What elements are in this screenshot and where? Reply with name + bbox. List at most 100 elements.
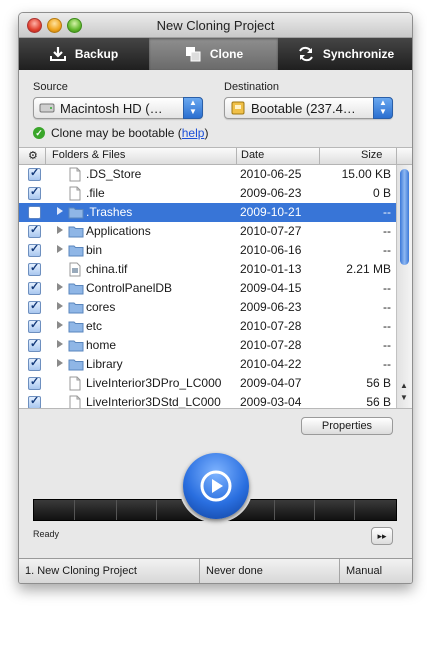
file-rows: .DS_Store 2010-06-25 15.00 KB .file 2009-06-… (19, 165, 396, 409)
destination-value: Bootable (237.4… (251, 100, 356, 116)
file-name: bin (86, 243, 103, 257)
file-name: .Trashes (86, 205, 133, 219)
file-date: 2010-06-16 (240, 243, 302, 257)
disclosure-triangle-icon[interactable] (57, 226, 63, 234)
source-label: Source (33, 81, 68, 93)
table-row[interactable]: cores 2009-06-23 -- (19, 298, 396, 317)
checkmark-circle-icon: ✓ (33, 127, 45, 139)
mode-toolbar: Backup Clone Synchronize (19, 38, 412, 70)
folder-icon (68, 243, 84, 260)
tab-backup[interactable]: Backup (19, 38, 148, 70)
table-row[interactable]: bin 2010-06-16 -- (19, 241, 396, 260)
disclosure-triangle-icon[interactable] (57, 283, 63, 291)
file-date: 2010-04-22 (240, 357, 302, 371)
scroll-up-arrow-icon[interactable]: ▲ (400, 381, 408, 390)
row-checkbox[interactable] (28, 206, 41, 219)
row-checkbox[interactable] (28, 299, 41, 314)
file-name: .DS_Store (86, 167, 142, 181)
file-size: -- (383, 338, 391, 352)
row-checkbox[interactable] (28, 166, 41, 181)
tab-clone[interactable]: Clone (149, 38, 278, 70)
file-name: Library (86, 357, 123, 371)
table-row[interactable]: .Trashes 2009-10-21 -- (19, 203, 396, 222)
table-row[interactable]: .file 2009-06-23 0 B (19, 184, 396, 203)
file-size: -- (383, 300, 391, 314)
start-clone-button[interactable] (183, 453, 249, 519)
file-icon (68, 376, 82, 394)
table-row[interactable]: china.tif 2010-01-13 2.21 MB (19, 260, 396, 279)
column-header-size[interactable]: Size (361, 149, 382, 161)
destination-popup[interactable]: Bootable (237.4… ▲ ▼ (224, 97, 393, 119)
row-checkbox[interactable] (28, 261, 41, 276)
image-file-icon (68, 262, 82, 280)
file-size: 15.00 KB (341, 167, 391, 181)
properties-button[interactable]: Properties (301, 417, 393, 435)
file-size: 2.21 MB (346, 262, 391, 276)
row-checkbox[interactable] (28, 223, 41, 238)
file-icon (68, 395, 82, 408)
folder-icon (68, 338, 84, 355)
disclosure-triangle-icon[interactable] (57, 207, 63, 215)
row-checkbox[interactable] (28, 337, 41, 352)
window-title: New Cloning Project (156, 18, 275, 33)
table-row[interactable]: .DS_Store 2010-06-25 15.00 KB (19, 165, 396, 184)
start-clone-button-frame (179, 449, 253, 523)
file-name: LiveInterior3DPro_LC000 (86, 376, 222, 390)
column-header-date[interactable]: Date (241, 149, 264, 161)
file-date: 2010-07-28 (240, 319, 302, 333)
folder-icon (68, 357, 84, 374)
disclosure-triangle-icon[interactable] (57, 359, 63, 367)
file-table: ⚙ Folders & Files Date Size .DS_Store 201… (19, 147, 412, 409)
scroll-down-arrow-icon[interactable]: ▼ (400, 393, 408, 402)
clone-icon (185, 47, 201, 62)
bootable-message: ✓ Clone may be bootable (help) (33, 126, 208, 140)
row-checkbox[interactable] (28, 356, 41, 371)
disclosure-triangle-icon[interactable] (57, 321, 63, 329)
file-date: 2010-06-25 (240, 167, 302, 181)
column-header-name[interactable]: Folders & Files (52, 149, 125, 161)
file-name: cores (86, 300, 116, 314)
file-name: Applications (86, 224, 151, 238)
source-value: Macintosh HD (… (60, 100, 163, 116)
source-popup[interactable]: Macintosh HD (… ▲ ▼ (33, 97, 203, 119)
row-checkbox[interactable] (28, 185, 41, 200)
row-checkbox[interactable] (28, 280, 41, 295)
help-link[interactable]: help (182, 126, 205, 140)
row-checkbox[interactable] (28, 242, 41, 257)
app-window: New Cloning Project Backup Clone Synchro… (18, 12, 413, 584)
table-row[interactable]: Applications 2010-07-27 -- (19, 222, 396, 241)
file-size: -- (383, 357, 391, 371)
file-date: 2009-04-15 (240, 281, 302, 295)
status-last-run: Never done (206, 565, 263, 577)
file-date: 2009-10-21 (240, 205, 302, 219)
disclosure-triangle-icon[interactable] (57, 302, 63, 310)
folder-icon (68, 319, 84, 336)
file-size: -- (383, 205, 391, 219)
row-checkbox[interactable] (28, 318, 41, 333)
column-options-icon[interactable]: ⚙ (28, 149, 38, 162)
disclosure-triangle-icon[interactable] (57, 340, 63, 348)
table-row[interactable]: Library 2010-04-22 -- (19, 355, 396, 374)
row-checkbox[interactable] (28, 375, 41, 390)
table-row[interactable]: ControlPanelDB 2009-04-15 -- (19, 279, 396, 298)
file-date: 2009-03-04 (240, 395, 302, 409)
table-row[interactable]: LiveInterior3DPro_LC000 2009-04-07 56 B (19, 374, 396, 393)
tab-backup-label: Backup (74, 47, 119, 61)
external-drive-icon (231, 101, 245, 115)
disclosure-triangle-icon[interactable] (57, 245, 63, 253)
fast-forward-button[interactable]: ▸▸ (371, 527, 393, 545)
table-scrollbar[interactable]: ▲ ▼ (396, 165, 412, 408)
scrollbar-thumb[interactable] (400, 169, 409, 265)
popup-arrows-icon: ▲ ▼ (183, 97, 203, 119)
file-date: 2010-01-13 (240, 262, 302, 276)
sync-icon (298, 46, 313, 62)
file-size: 56 B (366, 376, 391, 390)
file-size: -- (383, 281, 391, 295)
table-row[interactable]: home 2010-07-28 -- (19, 336, 396, 355)
row-checkbox[interactable] (28, 394, 41, 408)
status-mode: Manual (346, 565, 383, 577)
table-row[interactable]: etc 2010-07-28 -- (19, 317, 396, 336)
table-row[interactable]: LiveInterior3DStd_LC000 2009-03-04 56 B (19, 393, 396, 409)
tab-synchronize[interactable]: Synchronize (279, 38, 412, 70)
table-header: ⚙ Folders & Files Date Size (19, 148, 412, 165)
